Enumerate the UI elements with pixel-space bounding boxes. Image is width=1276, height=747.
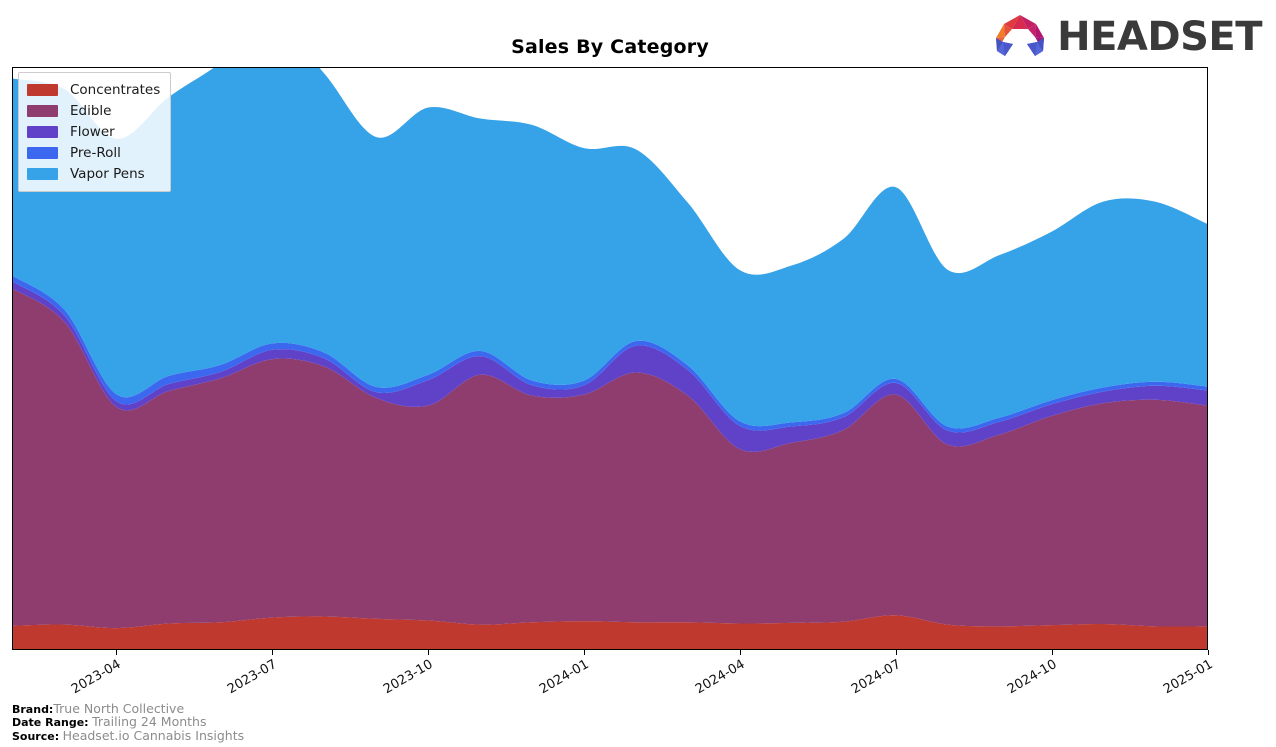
x-tick-mark: [584, 650, 585, 655]
x-tick-label: 2023-07: [224, 657, 280, 698]
legend-item-label: Vapor Pens: [70, 165, 145, 182]
x-tick-mark: [1208, 650, 1209, 655]
x-tick-label: 2024-07: [848, 657, 904, 698]
legend-swatch-icon: [27, 167, 58, 180]
x-tick-mark: [116, 650, 117, 655]
x-tick-label: 2024-10: [1004, 657, 1060, 698]
legend: Concentrates Edible Flower Pre-Roll Vapor Pe…: [18, 72, 172, 192]
x-tick-label: 2023-04: [68, 657, 124, 698]
x-tick-mark: [428, 650, 429, 655]
legend-item[interactable]: Vapor Pens: [27, 163, 160, 184]
headset-logo: HEADSET: [991, 12, 1262, 62]
x-tick-mark: [740, 650, 741, 655]
x-tick-mark: [896, 650, 897, 655]
legend-swatch-icon: [27, 125, 58, 138]
legend-swatch-icon: [27, 83, 58, 96]
legend-item[interactable]: Concentrates: [27, 79, 160, 100]
headset-arch-icon: [996, 15, 1045, 56]
legend-item-label: Concentrates: [70, 81, 161, 98]
legend-item-label: Edible: [70, 102, 112, 119]
x-tick-mark: [272, 650, 273, 655]
footer-source-value: Headset.io Cannabis Insights: [62, 727, 245, 743]
x-tick-mark: [1052, 650, 1053, 655]
legend-item-label: Flower: [70, 123, 115, 140]
x-tick-label: 2023-10: [380, 657, 436, 698]
chart-page: Sales By Category HEADSET Concentrates Ed…: [0, 0, 1276, 747]
legend-item[interactable]: Flower: [27, 121, 160, 142]
legend-item[interactable]: Pre-Roll: [27, 142, 160, 163]
x-tick-label: 2024-01: [536, 657, 592, 698]
logo-wordmark: HEADSET: [1057, 14, 1262, 60]
stacked-area-chart: [13, 68, 1207, 649]
legend-swatch-icon: [27, 146, 58, 159]
footer-brand-key: Brand:: [12, 702, 54, 716]
legend-item-label: Pre-Roll: [70, 144, 121, 161]
legend-item[interactable]: Edible: [27, 100, 160, 121]
legend-swatch-icon: [27, 104, 58, 117]
x-tick-label: 2025-01: [1160, 657, 1216, 698]
footer-metadata: Brand:True North Collective Date Range: …: [12, 702, 245, 744]
footer-source-key: Source:: [12, 729, 60, 743]
plot-area: [12, 67, 1208, 650]
footer-source: Source: Headset.io Cannabis Insights: [12, 727, 245, 744]
x-tick-label: 2024-04: [692, 657, 748, 698]
